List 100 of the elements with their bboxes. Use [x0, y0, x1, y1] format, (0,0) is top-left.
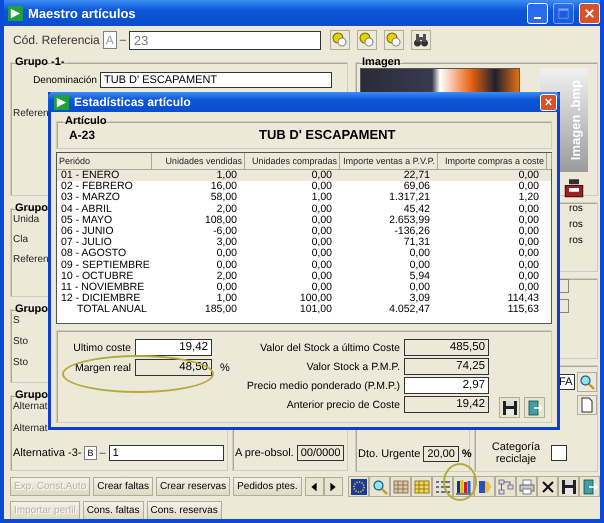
field-label: Alternat — [13, 401, 48, 412]
table-cell-text: 0,00 — [518, 204, 540, 215]
series-field[interactable]: B — [84, 446, 96, 460]
table-cell-text: 0,00 — [310, 226, 333, 238]
field-label: Valor del Stock a último Coste — [259, 342, 400, 354]
field-label: S — [13, 315, 20, 326]
unit-label: % — [219, 362, 230, 374]
field-label: Alternativa -3- — [13, 447, 82, 459]
field-label: Unida — [13, 214, 40, 225]
table-cell-text: 0,00 — [310, 204, 333, 215]
table-cell-text: 12 - DICIEMBRE — [60, 293, 142, 304]
table-cell-text: 0,00 — [518, 226, 540, 238]
unit-label: % — [462, 448, 472, 460]
table-cell-text: 5,94 — [408, 270, 431, 282]
column-header[interactable]: Importe ventas a P.V.P. — [340, 153, 438, 169]
text-field[interactable]: 1 — [108, 445, 224, 461]
field-label: Sto — [13, 357, 28, 368]
table-cell-text: 45,42 — [402, 204, 431, 215]
table-row[interactable]: 03 - MARZO 58,00 1,00 1.317,21 1,20 — [57, 192, 551, 204]
table-cell-text: 0,00 — [408, 282, 431, 294]
table-row[interactable]: 09 - SEPTIEMBRE 0,00 0,00 0,00 0,00 — [57, 260, 551, 271]
table-row[interactable]: 12 - DICIEMBRE 1,00 100,00 3,09 114,43 — [57, 293, 551, 304]
group-title: Grupo — [14, 303, 49, 315]
table-cell-text: 4.052,47 — [388, 304, 431, 316]
table-cell-text: 1,00 — [216, 170, 238, 182]
table-row[interactable]: 11 - NOVIEMBRE 0,00 0,00 0,00 0,00 — [57, 282, 551, 294]
table-cell-text: 0,00 — [216, 282, 238, 294]
table-cell-text: 05 - MAYO — [60, 214, 114, 226]
column-header[interactable]: Importe compras a coste — [438, 153, 547, 169]
table-row[interactable]: 02 - FEBRERO 16,00 0,00 69,06 0,00 — [57, 181, 551, 192]
field-label: ros — [569, 203, 584, 214]
table-cell-text: 0,00 — [518, 260, 540, 271]
table-cell-text: 0,00 — [310, 260, 333, 271]
table-cell-text: 115,63 — [506, 304, 540, 316]
field-label: Sto — [13, 336, 28, 347]
table-cell-text: 10 - OCTUBRE — [60, 270, 134, 282]
column-header[interactable]: Unidades compradas — [245, 153, 340, 169]
table-cell-text: 1.317,21 — [388, 192, 431, 204]
field-label: Valor Stock a P.M.P. — [306, 360, 400, 372]
value-field[interactable]: 2,97 — [404, 377, 489, 394]
column-header[interactable]: Periódo — [57, 153, 152, 169]
action-button[interactable]: Cons. reservas — [146, 501, 222, 519]
table-cell-text: 09 - SEPTIEMBRE — [60, 260, 151, 271]
field-label: A pre-obsol. — [235, 447, 294, 459]
field-label: Margen real — [74, 362, 131, 374]
field-label: Referen — [13, 254, 49, 265]
field-label: Cla — [13, 234, 28, 245]
table-cell-text: 69,06 — [402, 181, 431, 192]
separator: – — [100, 447, 106, 459]
table-cell-text: 08 - AGOSTO — [60, 248, 128, 260]
reference-field[interactable]: 23 — [128, 30, 321, 50]
table-row[interactable]: TOTAL ANUAL 185,00 101,00 4.052,47 115,63 — [57, 304, 551, 316]
field-label: Precio medio ponderado (P.M.P.) — [246, 380, 400, 392]
table-cell-text: 0,00 — [310, 181, 333, 192]
action-button[interactable]: Pedidos ptes. — [233, 477, 302, 496]
date-field[interactable]: 00/0000 — [296, 445, 344, 461]
group-title: Grupo — [14, 389, 49, 401]
article-name: TUB D' ESCAPAMENT — [258, 127, 396, 142]
action-button[interactable]: Cons. faltas — [82, 501, 144, 519]
table-cell-text: 185,00 — [204, 304, 238, 316]
table-cell-text: 0,00 — [310, 248, 333, 260]
discount-field[interactable]: 20,00 — [423, 446, 459, 462]
field-label: Cód. Referencia — [13, 33, 100, 47]
table-row[interactable]: 10 - OCTUBRE 2,00 0,00 5,94 0,00 — [57, 270, 551, 282]
table-cell-text: 58,00 — [210, 192, 238, 204]
table-cell-text: 16,00 — [210, 181, 238, 192]
table-cell-text: 2,00 — [216, 204, 238, 215]
table-cell-text: 06 - JUNIO — [60, 226, 115, 238]
value-field[interactable]: 48,50 — [135, 359, 212, 376]
table-cell-text: 114,43 — [506, 293, 540, 304]
table-cell-text: 0,00 — [518, 181, 540, 192]
table-cell-text: 0,00 — [518, 170, 540, 182]
table-cell-text: 0,00 — [310, 170, 333, 182]
action-button[interactable]: Crear faltas — [93, 477, 153, 496]
column-header[interactable]: Unidades vendidas — [152, 153, 245, 169]
table-cell-text: -136,26 — [393, 226, 431, 238]
table-row[interactable]: 01 - ENERO 1,00 0,00 22,71 0,00 — [57, 170, 551, 182]
field-label: Dto. Urgente — [358, 448, 420, 460]
table-cell-text: 100,00 — [298, 293, 333, 304]
table-cell-text: 2.653,99 — [388, 214, 431, 226]
table-row[interactable]: 07 - JULIO 3,00 0,00 71,31 0,00 — [57, 237, 551, 248]
table-cell-text: 3,09 — [408, 293, 431, 304]
value-field[interactable]: 485,50 — [404, 339, 489, 356]
table-row[interactable]: 06 - JUNIO -6,00 0,00 -136,26 0,00 — [57, 226, 551, 238]
table-cell-text: 71,31 — [402, 237, 431, 248]
value-field[interactable]: 19,42 — [135, 339, 212, 356]
action-button[interactable]: Crear reservas — [156, 477, 230, 496]
table-row[interactable]: 05 - MAYO 108,00 0,00 2.653,99 0,00 — [57, 214, 551, 226]
table-cell-text: 0,00 — [518, 282, 540, 294]
value-field[interactable]: 19,42 — [404, 396, 489, 413]
dialog-title: Estadísticas artículo — [74, 95, 192, 109]
group-title: Artículo — [64, 115, 108, 127]
table-row[interactable]: 04 - ABRIL 2,00 0,00 45,42 0,00 — [57, 204, 551, 215]
field-label: ros — [569, 219, 584, 230]
table-row[interactable]: 08 - AGOSTO 0,00 0,00 0,00 0,00 — [57, 248, 551, 260]
value-field[interactable]: 74,25 — [404, 358, 489, 375]
field-label: ros — [569, 235, 584, 246]
table-cell-text: 11 - NOVIEMBRE — [60, 282, 146, 294]
text-field[interactable]: TUB D' ESCAPAMENT — [100, 72, 332, 88]
field-label: Ultimo coste — [72, 342, 131, 354]
